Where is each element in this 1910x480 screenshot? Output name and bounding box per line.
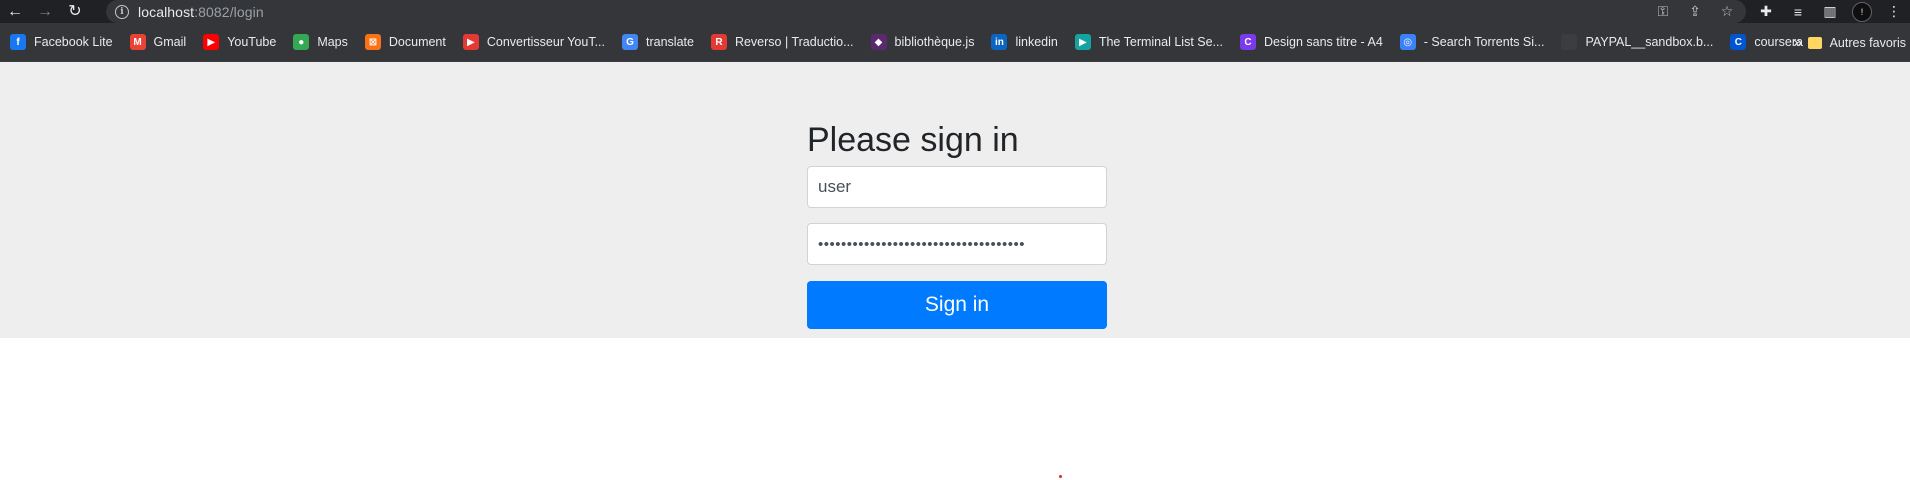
avatar: !: [1852, 1, 1872, 22]
login-section: Please sign in Sign in: [0, 62, 1910, 338]
bookmark-label: translate: [646, 35, 694, 49]
address-bar[interactable]: i localhost:8082/login ⚿ ⇪ ☆: [106, 0, 1746, 23]
login-form: Please sign in Sign in: [807, 117, 1107, 329]
page-title: Please sign in: [807, 121, 1019, 159]
bookmarks-bar: f Facebook Lite M Gmail ▶ YouTube ● Maps ⊠ Docume…: [0, 23, 1910, 62]
bookmark-item[interactable]: Gtranslate: [622, 30, 703, 54]
back-arrow-icon[interactable]: ←: [0, 0, 30, 23]
side-panel-icon[interactable]: ▥: [1814, 0, 1846, 23]
torrents-icon: ◎: [1399, 34, 1416, 50]
other-bookmarks-label: Autres favoris: [1829, 35, 1906, 50]
bookmark-item[interactable]: ▶ The Terminal List Se...: [1074, 30, 1232, 54]
paypal-icon: [1561, 34, 1578, 50]
browser-toolbar: ← → ↻ i localhost:8082/login ⚿ ⇪ ☆ ✚ ≡ ▥…: [0, 0, 1910, 23]
bookmark-item[interactable]: ▶ Convertisseur YouT...: [462, 30, 614, 54]
sign-in-button[interactable]: Sign in: [807, 281, 1107, 329]
url-text[interactable]: localhost:8082/login: [138, 4, 264, 20]
converter-icon: ▶: [462, 34, 479, 50]
extension-icons: ✚ ≡ ▥ ! ⋮: [1750, 0, 1910, 23]
key-icon[interactable]: ⚿: [1654, 3, 1672, 20]
bookmark-label: Document: [388, 35, 446, 49]
other-bookmarks-folder[interactable]: Autres favoris: [1807, 23, 1906, 62]
reverso-icon: R: [710, 34, 727, 50]
omnibox-actions: ⚿ ⇪ ☆: [1654, 0, 1736, 23]
bookmark-label: Reverso | Traductio...: [734, 35, 854, 49]
url-path: :8082/login: [194, 3, 264, 20]
bookmarks-overflow-icon[interactable]: »: [1793, 23, 1802, 62]
bookmark-item[interactable]: M Gmail: [129, 30, 196, 54]
bookmark-label: Facebook Lite: [34, 35, 113, 49]
reload-icon[interactable]: ↻: [60, 0, 90, 23]
share-icon[interactable]: ⇪: [1686, 3, 1704, 20]
site-info-icon[interactable]: i: [115, 4, 129, 19]
terminal-list-icon: ▶: [1074, 34, 1091, 50]
bookmark-label: PAYPAL__sandbox.b...: [1585, 35, 1714, 49]
bookmark-item[interactable]: in linkedin: [991, 30, 1066, 54]
puzzle-icon[interactable]: ✚: [1750, 0, 1782, 23]
library-icon: ◆: [870, 34, 887, 50]
translate-icon: G: [622, 34, 638, 50]
password-input[interactable]: [807, 223, 1107, 265]
forward-arrow-icon[interactable]: →: [30, 0, 60, 23]
url-host: localhost: [138, 3, 195, 20]
youtube-icon: ▶: [203, 34, 220, 50]
menu-dots-icon[interactable]: ⋮: [1878, 0, 1910, 23]
media-icon[interactable]: ≡: [1782, 0, 1814, 23]
bookmark-item[interactable]: ◆ bibliothèque.js: [870, 30, 984, 54]
bookmark-label: Gmail: [153, 35, 187, 49]
username-input[interactable]: [807, 166, 1107, 208]
stray-dot: [1059, 475, 1062, 478]
bookmark-item[interactable]: ▶ YouTube: [203, 30, 285, 54]
bookmark-label: - Search Torrents Si...: [1423, 35, 1545, 49]
bookmark-item[interactable]: R Reverso | Traductio...: [710, 30, 863, 54]
bookmark-label: The Terminal List Se...: [1098, 35, 1223, 49]
bookmark-item[interactable]: ⊠ Document: [364, 30, 455, 54]
bookmark-label: Convertisseur YouT...: [486, 35, 605, 49]
coursera-icon: C: [1730, 34, 1747, 50]
folder-icon: [1807, 36, 1822, 49]
star-icon[interactable]: ☆: [1718, 3, 1736, 20]
profile-avatar[interactable]: !: [1846, 0, 1878, 23]
facebook-icon: f: [10, 34, 26, 50]
bookmark-label: YouTube: [227, 35, 277, 49]
bookmark-item[interactable]: C Design sans titre - A4: [1239, 30, 1392, 54]
bookmark-item[interactable]: PAYPAL__sandbox.b...: [1561, 30, 1722, 54]
gmail-icon: M: [129, 34, 146, 50]
canva-icon: C: [1239, 34, 1256, 50]
bookmark-item[interactable]: f Facebook Lite: [10, 30, 122, 54]
bookmark-item[interactable]: ● Maps: [293, 30, 357, 54]
document-icon: ⊠: [364, 34, 381, 50]
bookmark-label: bibliothèque.js: [894, 35, 975, 49]
bookmark-label: Design sans titre - A4: [1263, 35, 1383, 49]
linkedin-icon: in: [991, 34, 1008, 50]
bookmark-label: linkedin: [1015, 35, 1058, 49]
maps-icon: ●: [293, 34, 310, 50]
bookmark-label: Maps: [317, 35, 348, 49]
bookmark-item[interactable]: ◎ - Search Torrents Si...: [1399, 30, 1554, 54]
